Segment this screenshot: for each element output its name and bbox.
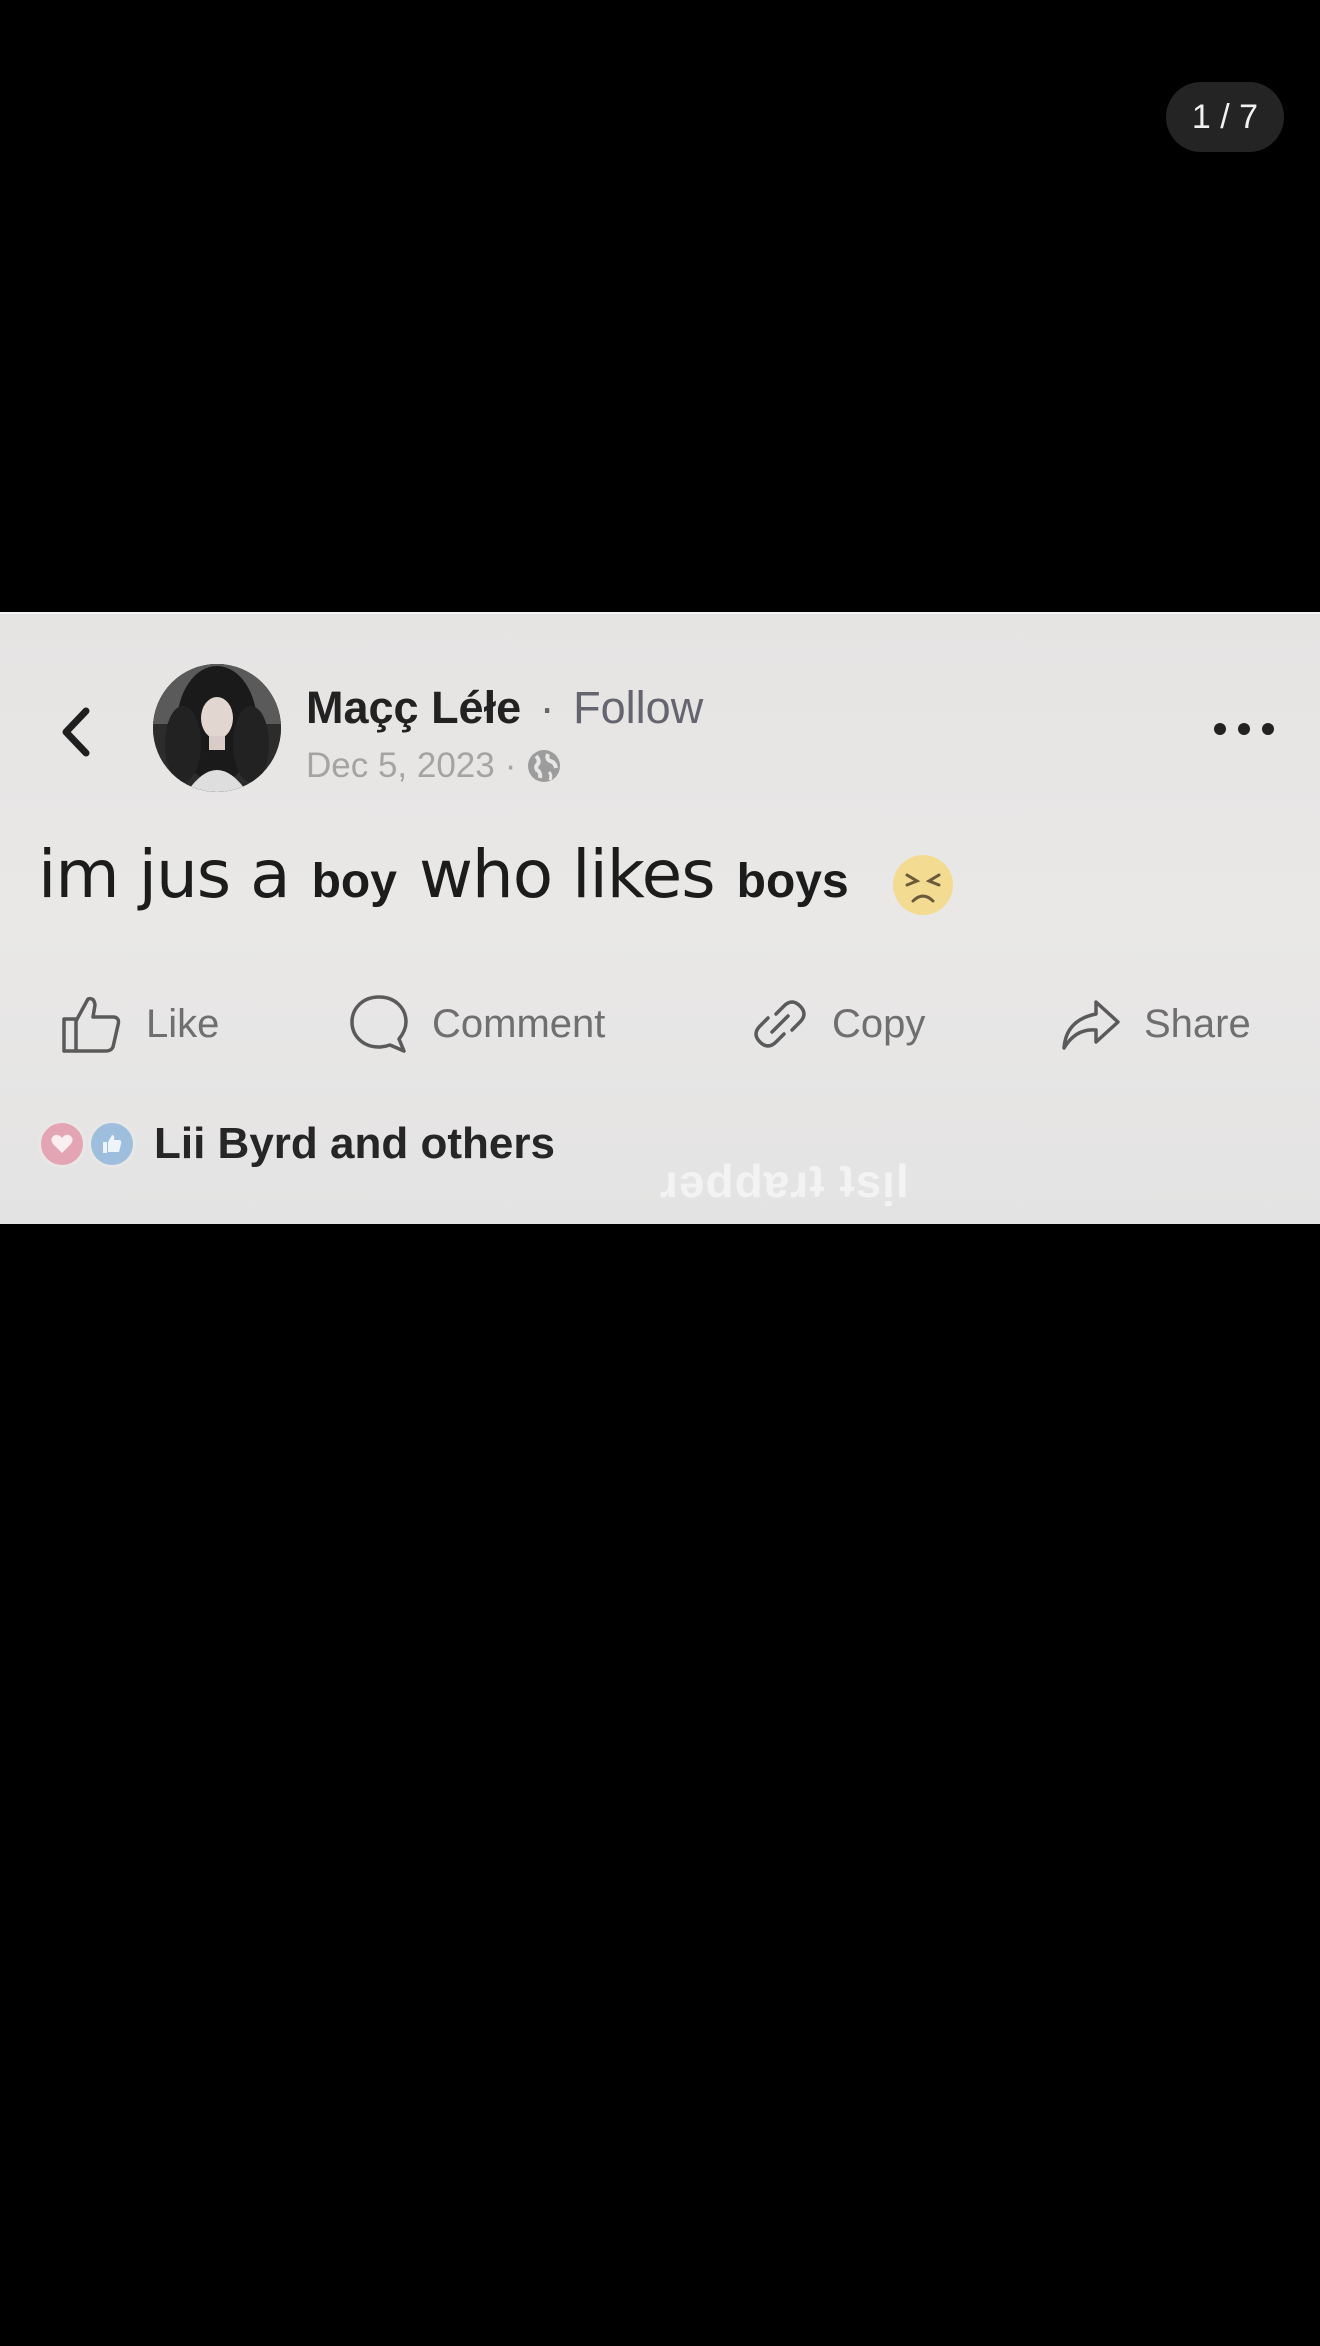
share-arrow-icon [1062, 1000, 1120, 1050]
like-reaction-icon [88, 1120, 136, 1168]
tired-face-emoji-icon [892, 854, 953, 915]
comment-button[interactable]: Comment [348, 984, 605, 1064]
like-button[interactable]: Like [60, 984, 219, 1064]
author-name[interactable]: Maçç Léłe [306, 682, 521, 733]
post-text-part: who likes [418, 836, 716, 913]
post-text-bold: boys [736, 855, 849, 908]
page-counter: 1 / 7 [1166, 82, 1284, 152]
comment-label: Comment [432, 1001, 606, 1046]
copy-link-button[interactable]: Copy [750, 984, 925, 1064]
separator-dot: · [539, 682, 555, 733]
reaction-icons [38, 1118, 142, 1170]
chevron-left-icon [62, 707, 90, 757]
love-reaction-icon [38, 1120, 86, 1168]
share-label: Share [1144, 1001, 1251, 1046]
post-meta: Dec 5, 2023 · [306, 744, 562, 788]
reaction-summary[interactable]: Lii Byrd and others [38, 1116, 555, 1172]
reactions-text: Lii Byrd and others [154, 1119, 555, 1168]
comment-icon [350, 995, 408, 1053]
post-text: im jus a boy who likes boys [38, 836, 955, 915]
thumbs-up-icon [62, 996, 121, 1053]
copy-label: Copy [832, 1001, 926, 1046]
post-text-bold: boy [311, 855, 397, 908]
link-icon [754, 1000, 806, 1048]
more-options-button[interactable] [1214, 714, 1274, 744]
like-label: Like [146, 1001, 220, 1046]
post-date[interactable]: Dec 5, 2023 [306, 744, 495, 788]
separator-dot: · [504, 746, 517, 785]
post-text-part: im jus a [38, 836, 291, 913]
more-dot [1262, 723, 1274, 735]
action-bar: Like Comment Copy Share [0, 984, 1320, 1064]
back-button[interactable] [52, 702, 100, 762]
share-button[interactable]: Share [1060, 984, 1251, 1064]
author-line: Maçç Léłe · Follow [306, 680, 703, 736]
watermark: ɹǝddɐɹʇ ʇsᴉl [660, 1155, 910, 1207]
more-dot [1214, 723, 1226, 735]
post-card: Maçç Léłe · Follow Dec 5, 2023 · im jus … [0, 612, 1320, 1224]
image-viewer: 1 / 7 Maçç Léłe · Follow Dec 5, 2023 · i… [0, 0, 1320, 2346]
avatar[interactable] [153, 664, 281, 792]
more-dot [1238, 723, 1250, 735]
follow-button[interactable]: Follow [573, 682, 703, 733]
profile-photo [153, 664, 281, 792]
globe-icon [528, 750, 561, 782]
